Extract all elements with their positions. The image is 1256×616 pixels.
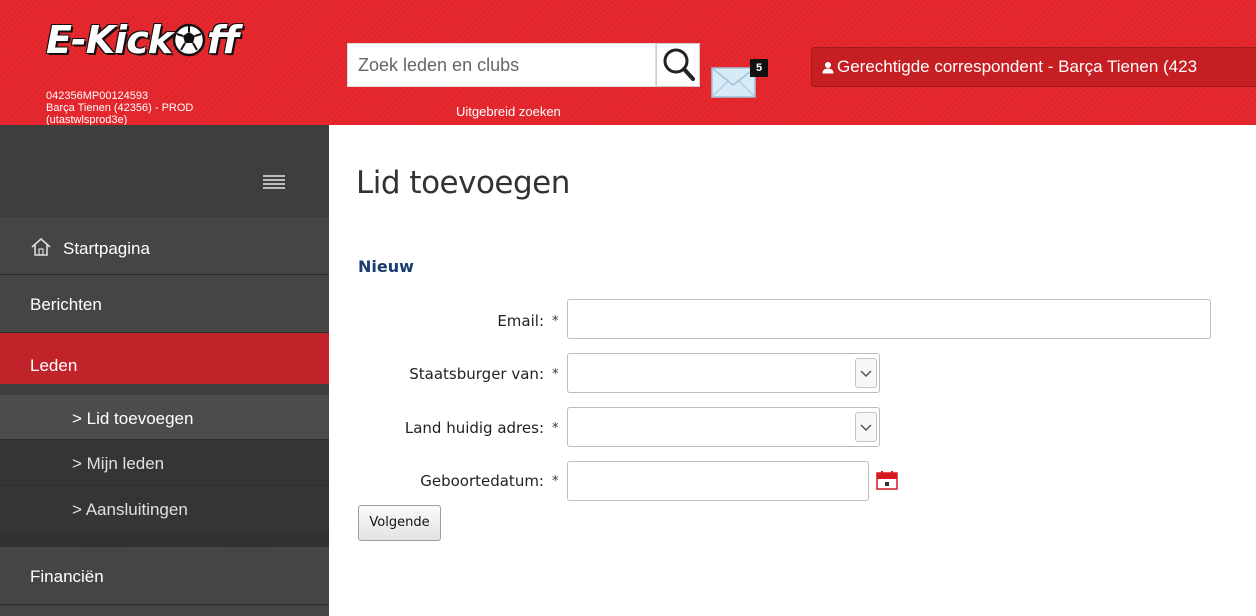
sidebar-subitem-aansluitingen[interactable]: > Aansluitingen bbox=[0, 485, 329, 531]
user-role-button[interactable]: Gerechtigde correspondent - Barça Tienen… bbox=[811, 47, 1256, 87]
sidebar-item-financien[interactable]: Financiën bbox=[0, 547, 329, 605]
sidebar-item-leden[interactable]: Leden bbox=[0, 333, 329, 384]
email-required-mark: * bbox=[552, 314, 559, 329]
country-label: Land huidig adres: bbox=[404, 419, 544, 437]
header-bar: E-Kick ff 042356MP00124593 Barça Tienen (… bbox=[0, 0, 1256, 126]
nationality-required-mark: * bbox=[552, 367, 559, 382]
search-icon bbox=[663, 48, 695, 81]
app-logo[interactable]: E-Kick ff bbox=[46, 20, 239, 60]
advanced-search-link[interactable]: Uitgebreid zoeken bbox=[456, 104, 561, 119]
page-title: Lid toevoegen bbox=[356, 165, 570, 201]
mail-count-badge: 5 bbox=[750, 59, 768, 77]
calendar-icon[interactable] bbox=[876, 470, 898, 490]
birthdate-required-mark: * bbox=[552, 474, 559, 489]
search-input[interactable] bbox=[348, 44, 655, 86]
sidebar-item-partial bbox=[0, 606, 329, 616]
email-label: Email: bbox=[497, 312, 544, 330]
soccer-ball-icon bbox=[172, 23, 206, 57]
country-required-mark: * bbox=[552, 421, 559, 436]
sidebar-item-label: Berichten bbox=[30, 295, 102, 314]
sidebar-divider bbox=[0, 531, 329, 547]
sidebar: Startpagina Berichten Leden > Lid toevoe… bbox=[0, 125, 329, 616]
search-box bbox=[347, 43, 656, 87]
email-field[interactable] bbox=[567, 299, 1211, 339]
user-icon bbox=[822, 62, 834, 74]
sidebar-item-label: Startpagina bbox=[63, 239, 150, 258]
sidebar-subitem-lid-toevoegen[interactable]: > Lid toevoegen bbox=[0, 395, 329, 439]
sidebar-item-label: Financiën bbox=[30, 567, 104, 586]
nationality-label: Staatsburger van: bbox=[409, 365, 544, 383]
sidebar-subitem-label: > Lid toevoegen bbox=[72, 409, 194, 428]
sidebar-item-berichten[interactable]: Berichten bbox=[0, 275, 329, 333]
birthdate-label: Geboortedatum: bbox=[420, 472, 544, 490]
nationality-dropdown-button[interactable] bbox=[855, 358, 877, 388]
next-button[interactable]: Volgende bbox=[358, 505, 441, 541]
home-icon bbox=[31, 237, 51, 256]
sidebar-subitem-label: > Aansluitingen bbox=[72, 500, 188, 519]
birthdate-field[interactable] bbox=[567, 461, 869, 501]
club-name: Barça Tienen (42356) - PROD bbox=[46, 102, 194, 114]
chevron-down-icon bbox=[860, 370, 872, 378]
sidebar-subitem-label: > Mijn leden bbox=[72, 454, 165, 473]
search-button[interactable] bbox=[656, 43, 700, 87]
country-dropdown-button[interactable] bbox=[855, 412, 877, 442]
sidebar-item-label: Leden bbox=[30, 356, 78, 375]
menu-toggle-icon[interactable] bbox=[263, 175, 285, 192]
sidebar-subitem-mijn-leden[interactable]: > Mijn leden bbox=[0, 439, 329, 485]
country-select[interactable] bbox=[567, 407, 880, 447]
nationality-select[interactable] bbox=[567, 353, 880, 393]
section-title: Nieuw bbox=[358, 257, 414, 276]
club-info: 042356MP00124593 Barça Tienen (42356) - … bbox=[46, 90, 193, 126]
club-id: 042356MP00124593 bbox=[46, 90, 149, 102]
user-role-label: Gerechtigde correspondent - Barça Tienen… bbox=[837, 57, 1198, 76]
sidebar-item-startpagina[interactable]: Startpagina bbox=[0, 217, 329, 275]
page: E-Kick ff 042356MP00124593 Barça Tienen (… bbox=[0, 0, 1256, 616]
chevron-down-icon bbox=[860, 424, 872, 432]
